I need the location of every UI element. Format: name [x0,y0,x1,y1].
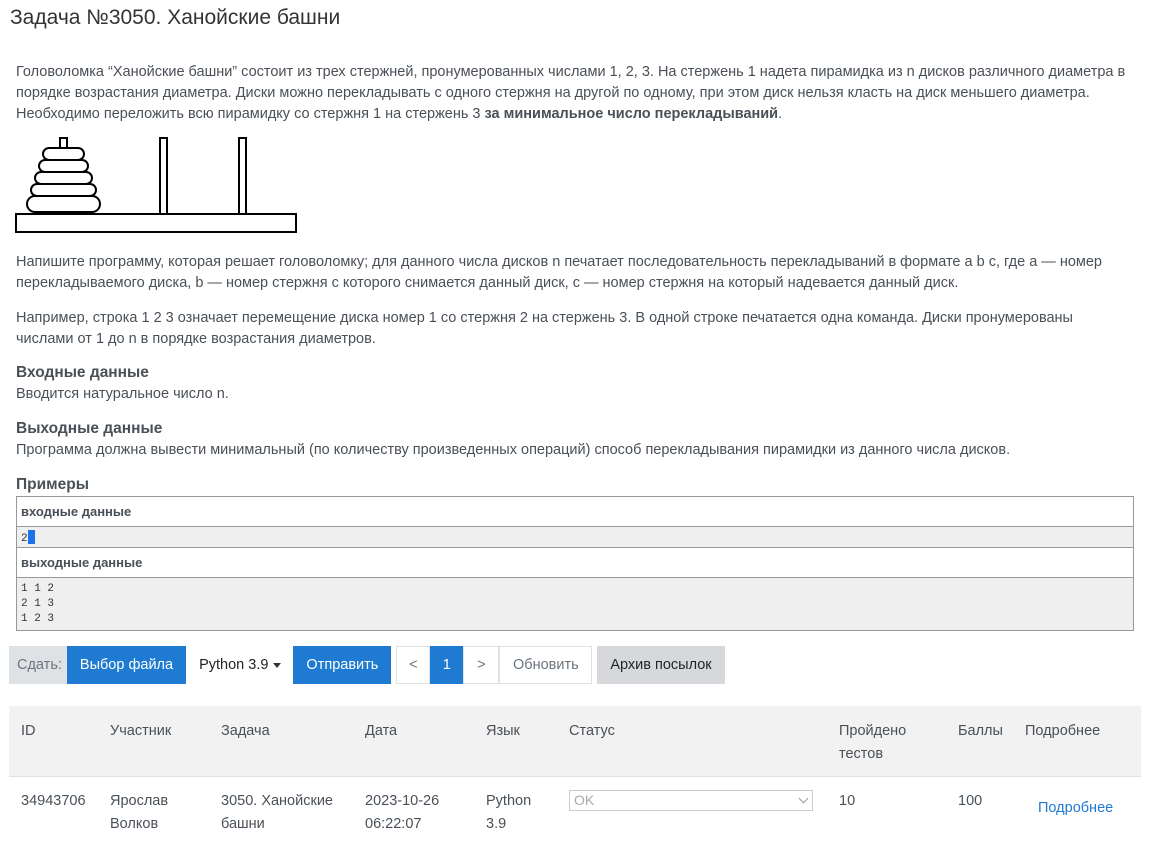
row-date-line-1: 2023-10-26 [365,793,440,809]
text-cursor [27,529,35,544]
header-status: Статус [569,723,615,739]
example-output-label: выходные данные [16,547,1134,578]
example-input-label: входные данные [16,496,1134,527]
choose-file-button[interactable]: Выбор файла [66,646,187,684]
row-date-line-2: 06:22:07 [365,816,422,832]
header-details: Подробнее [1025,723,1101,739]
statement-period: . [778,106,783,122]
statement-paragraph-2: Напишите программу, которая решает голов… [16,254,1102,291]
example-input-value: 2 [21,532,28,545]
submissions-header: ID Участник Задача Дата Язык Статус Прой… [9,706,1141,776]
refresh-button[interactable]: Обновить [499,646,593,684]
prev-page-button[interactable]: < [396,646,431,684]
status-value: OK [574,792,595,808]
header-participant: Участник [110,723,172,739]
next-page-button[interactable]: > [463,646,500,684]
header-date: Дата [365,723,398,739]
chevron-down-icon [798,793,809,804]
row-language-line-2: 3.9 [486,816,507,832]
header-task: Задача [221,723,270,739]
header-passed-line-1: Пройдено [839,723,907,739]
row-details: Подробнее [1038,797,1113,820]
row-participant-line-2: Волков [110,816,159,832]
table-row: 34943706 Ярослав Волков 3050. Ханойские ба… [9,776,1141,861]
input-description: Вводится натуральное число n. [16,386,229,402]
example-input[interactable]: 2 [16,526,1134,548]
row-task-line-2: башни [221,816,265,832]
row-task-line-1: 3050. Ханойские [221,793,333,809]
row-language: Python 3.9 [486,790,531,836]
row-participant: Ярослав Волков [110,790,168,836]
caret-down-icon [273,662,282,668]
header-id: ID [21,723,36,739]
examples-heading: Примеры [16,476,89,493]
row-id: 34943706 [21,793,86,809]
header-language: Язык [486,723,520,739]
submit-bar: Сдать: Выбор файла Python 3.9 Отправить … [9,646,725,684]
page-title: Задача №3050. Ханойские башни [10,6,341,29]
header-passed-line-2: тестов [839,746,884,762]
examples-table: входные данные 2 выходные данные 1 1 2 2… [16,496,1134,631]
page-1-button[interactable]: 1 [430,646,464,684]
example-output[interactable]: 1 1 2 2 1 3 1 2 3 [16,577,1134,631]
statement-paragraph-1: Головоломка “Ханойские башни” состоит из… [16,62,1132,125]
row-passed: 10 [839,793,856,809]
output-heading: Выходные данные [16,420,163,437]
header-score: Баллы [958,723,1003,739]
row-participant-line-1: Ярослав [110,793,169,809]
row-date: 2023-10-26 06:22:07 [365,790,439,836]
example-output-value: 1 1 2 2 1 3 1 2 3 [21,583,55,625]
output-description: Программа должна вывести минимальный (по… [16,442,1011,458]
statement-emphasis: за минимальное число перекладываний [484,106,779,122]
input-heading: Входные данные [16,364,149,381]
header-passed: Пройдено тестов [839,720,906,766]
hanoi-towers-illustration [15,137,297,233]
status-select[interactable]: OK [569,790,813,811]
row-score: 100 [958,793,983,809]
submit-label: Сдать: [9,646,67,684]
statement-paragraph-3: Например, строка 1 2 3 означает перемеще… [16,310,1073,347]
language-value: Python 3.9 [199,657,269,673]
archive-button[interactable]: Архив посылок [597,646,725,684]
send-button[interactable]: Отправить [293,646,392,684]
row-task: 3050. Ханойские башни [221,790,333,836]
row-language-line-1: Python [486,793,532,809]
language-dropdown[interactable]: Python 3.9 [186,646,294,684]
details-link[interactable]: Подробнее [1038,800,1113,816]
